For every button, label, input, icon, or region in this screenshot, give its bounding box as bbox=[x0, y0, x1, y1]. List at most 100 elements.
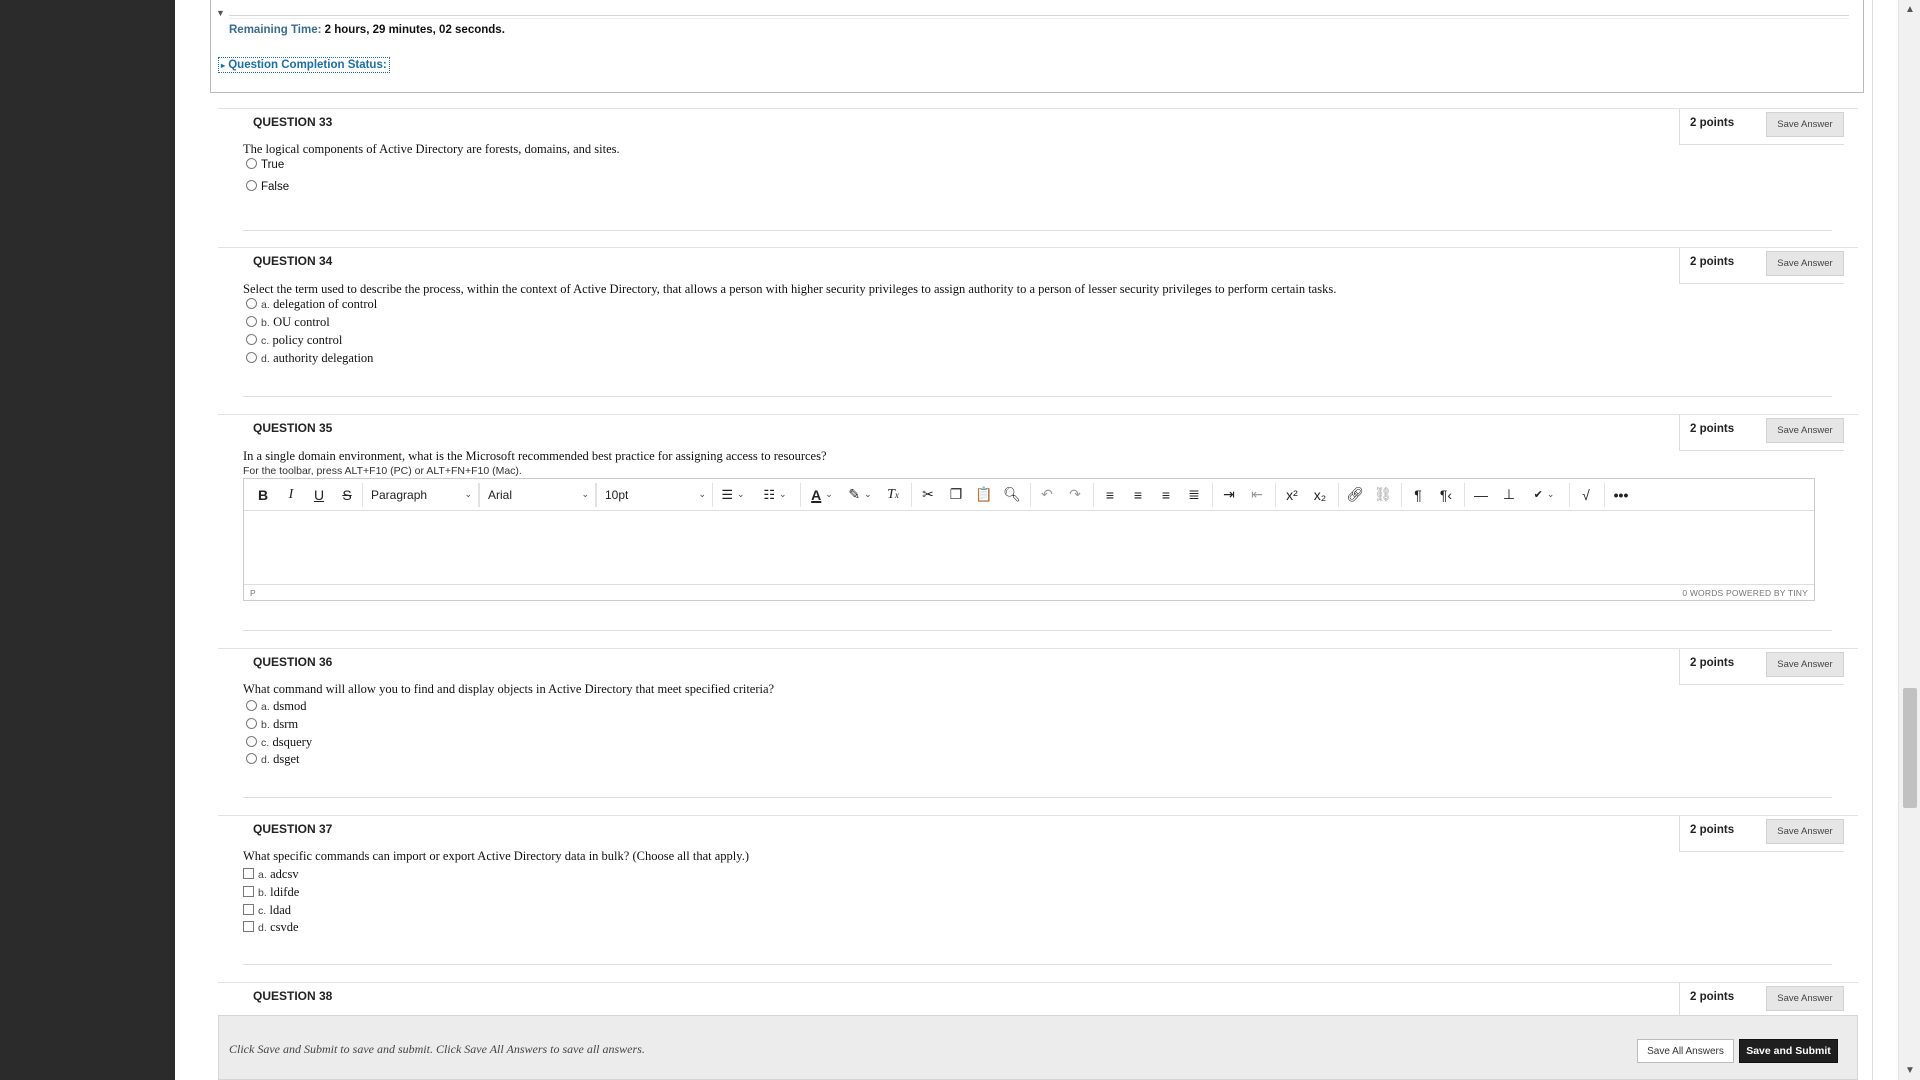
submission-footer: Click Save and Submit to save and submit… bbox=[218, 1015, 1858, 1080]
radio-button[interactable] bbox=[246, 180, 257, 191]
indent-button[interactable]: ⇥ bbox=[1216, 483, 1242, 507]
clear-formatting-button[interactable]: Tx bbox=[880, 483, 906, 507]
points-box: 2 points Save Answer bbox=[1679, 816, 1844, 852]
toolbar-separator bbox=[1401, 482, 1402, 507]
redo-button[interactable]: ↷ bbox=[1062, 483, 1088, 507]
collapse-caret-icon[interactable]: ▼ bbox=[216, 8, 225, 18]
toolbar-separator bbox=[1338, 482, 1339, 507]
save-answer-button[interactable]: Save Answer bbox=[1766, 418, 1844, 443]
save-all-answers-button[interactable]: Save All Answers bbox=[1637, 1039, 1734, 1063]
option-true[interactable]: True bbox=[246, 157, 284, 171]
option-false[interactable]: False bbox=[246, 179, 289, 193]
undo-button[interactable]: ↶ bbox=[1034, 483, 1060, 507]
outdent-button[interactable]: ⇤ bbox=[1244, 483, 1270, 507]
option-label: ldifde bbox=[270, 885, 300, 899]
question-34: QUESTION 34 2 points Save Answer Select … bbox=[218, 247, 1858, 417]
chevron-down-icon: ⌄ bbox=[698, 489, 706, 499]
option-d[interactable]: d. authority delegation bbox=[246, 351, 373, 366]
radio-button[interactable] bbox=[246, 352, 257, 363]
align-left-button[interactable]: ≡ bbox=[1097, 483, 1123, 507]
scroll-up-arrow-icon[interactable]: ▲ bbox=[1905, 4, 1915, 15]
insert-content-button[interactable]: ⊥ bbox=[1496, 483, 1522, 507]
justify-button[interactable]: ≣ bbox=[1181, 483, 1207, 507]
option-c[interactable]: c. dsquery bbox=[246, 735, 312, 750]
option-b[interactable]: b. OU control bbox=[246, 315, 330, 330]
font-size-select[interactable]: 10pt ⌄ bbox=[596, 482, 713, 507]
save-answer-button[interactable]: Save Answer bbox=[1766, 652, 1844, 677]
font-family-select[interactable]: Arial ⌄ bbox=[479, 482, 596, 507]
radio-button[interactable] bbox=[246, 316, 257, 327]
radio-button[interactable] bbox=[246, 298, 257, 309]
copy-button[interactable]: ❐ bbox=[943, 483, 969, 507]
checkbox[interactable] bbox=[243, 886, 254, 897]
italic-button[interactable]: I bbox=[278, 483, 304, 507]
radio-button[interactable] bbox=[246, 736, 257, 747]
radio-button[interactable] bbox=[246, 753, 257, 764]
question-header: QUESTION 38 2 points Save Answer bbox=[218, 982, 1858, 1019]
align-right-button[interactable]: ≡ bbox=[1153, 483, 1179, 507]
underline-button[interactable]: U bbox=[306, 483, 332, 507]
question-completion-status-label: Question Completion Status: bbox=[228, 59, 387, 71]
insert-link-button[interactable]: 🔗︎ bbox=[1342, 483, 1368, 507]
footer-instructions: Click Save and Submit to save and submit… bbox=[229, 1042, 645, 1056]
checkbox[interactable] bbox=[243, 868, 254, 879]
search-icon: 🔍︎ bbox=[1003, 486, 1021, 502]
spellcheck-button[interactable]: ✔ ⌄ bbox=[1524, 483, 1564, 507]
radio-button[interactable] bbox=[246, 718, 257, 729]
remove-link-button[interactable]: ⛓ bbox=[1370, 483, 1396, 507]
option-letter: b. bbox=[258, 887, 267, 899]
option-c[interactable]: c. ldad bbox=[243, 903, 291, 918]
option-a[interactable]: a. adcsv bbox=[243, 867, 299, 882]
block-format-select[interactable]: Paragraph ⌄ bbox=[362, 482, 479, 507]
question-completion-status-link[interactable]: ▸ Question Completion Status: bbox=[218, 57, 390, 73]
option-label: authority delegation bbox=[273, 351, 374, 365]
subscript-button[interactable]: x₂ bbox=[1307, 483, 1333, 507]
math-equation-button[interactable]: √ bbox=[1573, 483, 1599, 507]
editor-text-area[interactable] bbox=[244, 511, 1814, 585]
bullet-list-button[interactable]: ☰ ⌄ bbox=[713, 483, 753, 507]
option-d[interactable]: d. dsget bbox=[246, 752, 300, 767]
option-label: dsmod bbox=[273, 699, 307, 713]
option-letter: b. bbox=[261, 719, 270, 731]
paste-button[interactable]: 📋 bbox=[971, 483, 997, 507]
strikethrough-button[interactable]: S bbox=[334, 483, 360, 507]
toolbar-separator bbox=[1030, 482, 1031, 507]
align-center-button[interactable]: ≡ bbox=[1125, 483, 1151, 507]
checkbox[interactable] bbox=[243, 904, 254, 915]
bold-button[interactable]: B bbox=[250, 483, 276, 507]
save-answer-button[interactable]: Save Answer bbox=[1766, 251, 1844, 276]
option-letter: c. bbox=[261, 737, 270, 749]
option-label: csvde bbox=[270, 920, 299, 934]
radio-button[interactable] bbox=[246, 700, 257, 711]
scrollbar-thumb[interactable] bbox=[1903, 688, 1917, 808]
rtl-button[interactable]: ¶‹ bbox=[1433, 483, 1459, 507]
text-color-button[interactable]: A ⌄ bbox=[804, 483, 840, 507]
save-answer-button[interactable]: Save Answer bbox=[1766, 112, 1844, 137]
option-letter: a. bbox=[261, 701, 270, 713]
option-a[interactable]: a. dsmod bbox=[246, 699, 306, 714]
checkbox[interactable] bbox=[243, 921, 254, 932]
horizontal-line-button[interactable]: — bbox=[1468, 483, 1494, 507]
save-answer-button[interactable]: Save Answer bbox=[1766, 819, 1844, 844]
numbered-list-button[interactable]: ☷ ⌄ bbox=[755, 483, 795, 507]
option-c[interactable]: c. policy control bbox=[246, 333, 342, 348]
ltr-button[interactable]: ¶ bbox=[1405, 483, 1431, 507]
option-b[interactable]: b. dsrm bbox=[246, 717, 298, 732]
page-scrollbar[interactable]: ▲ ▼ bbox=[1898, 0, 1920, 1080]
option-a[interactable]: a. delegation of control bbox=[246, 297, 377, 312]
option-letter: a. bbox=[258, 869, 267, 881]
scroll-down-arrow-icon[interactable]: ▼ bbox=[1905, 1065, 1915, 1076]
highlight-color-button[interactable]: ✎ ⌄ bbox=[842, 483, 878, 507]
rich-text-editor[interactable]: B I U S Paragraph ⌄ Arial ⌄ 10pt ⌄ ☰ ⌄ ☷ ⌄ A ⌄… bbox=[243, 478, 1815, 601]
more-options-button[interactable]: ••• bbox=[1608, 483, 1634, 507]
radio-button[interactable] bbox=[246, 334, 257, 345]
superscript-button[interactable]: x² bbox=[1279, 483, 1305, 507]
option-d[interactable]: d. csvde bbox=[243, 920, 299, 935]
save-answer-button[interactable]: Save Answer bbox=[1766, 986, 1844, 1011]
find-replace-button[interactable]: 🔍︎ bbox=[999, 483, 1025, 507]
radio-button[interactable] bbox=[246, 158, 257, 169]
cut-button[interactable]: ✂ bbox=[915, 483, 941, 507]
save-and-submit-button[interactable]: Save and Submit bbox=[1739, 1039, 1838, 1063]
option-b[interactable]: b. ldifde bbox=[243, 885, 299, 900]
question-35: QUESTION 35 2 points Save Answer In a si… bbox=[218, 414, 1858, 649]
